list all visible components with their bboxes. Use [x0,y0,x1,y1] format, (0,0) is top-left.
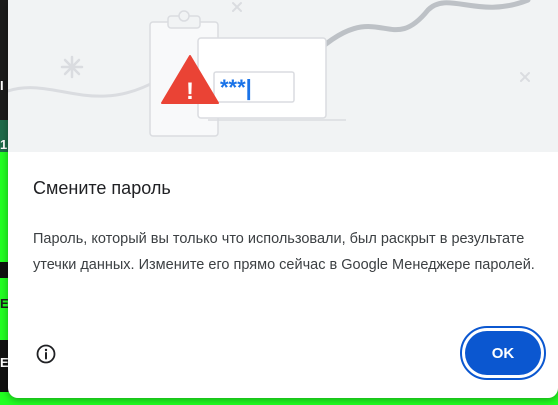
sparkle-icon [60,55,84,79]
sparkle-cross-icon [232,2,242,12]
background-char: I [0,78,4,93]
dialog-illustration: ***| ! [8,0,558,152]
password-leak-dialog: ***| ! Смените пароль Пароль, который вы… [8,0,558,398]
sparkle-cross-icon [520,72,530,82]
ok-button-label: OK [465,331,541,375]
ok-button[interactable]: OK [460,326,546,380]
warning-mark: ! [186,78,194,105]
info-icon [36,344,56,364]
background-char: 1 [0,137,8,152]
password-mask-text: ***| [220,75,252,100]
info-button[interactable] [35,343,57,365]
illustration-svg: ***| ! [8,0,531,137]
dialog-message: Пароль, который вы только что использова… [33,231,535,273]
decorative-curve [305,0,531,63]
decorative-curve [8,78,159,98]
dialog-title: Смените пароль [33,178,171,198]
password-card-icon: ***| [197,37,346,121]
